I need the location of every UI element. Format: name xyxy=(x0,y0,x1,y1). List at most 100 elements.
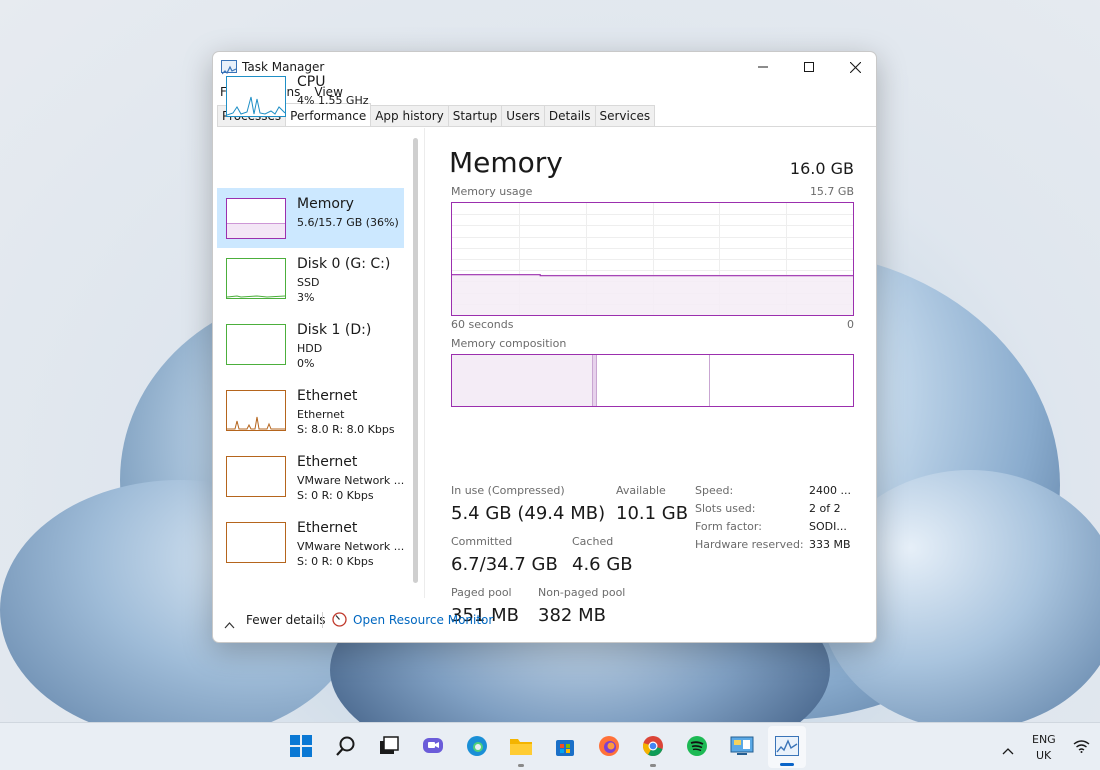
keyboard-layout-indicator[interactable]: UK xyxy=(1036,749,1051,762)
chevron-up-icon[interactable] xyxy=(1002,740,1014,759)
sidebar-item-type: VMware Network ... xyxy=(297,540,405,553)
edge-icon[interactable] xyxy=(464,733,490,759)
wifi-icon[interactable] xyxy=(1073,738,1090,757)
fewer-details-button[interactable]: Fewer details xyxy=(246,613,326,627)
disk-1-thumbnail-graph xyxy=(226,324,286,365)
sidebar-item-type: Ethernet xyxy=(297,408,345,421)
usage-area xyxy=(452,274,853,315)
available-label: Available xyxy=(616,484,666,497)
spotify-icon[interactable] xyxy=(684,733,710,759)
taskbar: ENG UK xyxy=(0,722,1100,770)
axis-label-right: 0 xyxy=(847,318,854,331)
cached-label: Cached xyxy=(572,535,614,548)
task-view-icon[interactable] xyxy=(376,733,402,759)
in-use-value: 5.4 GB (49.4 MB) xyxy=(451,503,606,524)
spec-slots-value: 2 of 2 xyxy=(809,502,841,515)
sidebar-item-label: Ethernet xyxy=(297,520,358,536)
paged-pool-label: Paged pool xyxy=(451,586,512,599)
composition-in-use xyxy=(452,355,592,406)
spec-form-factor-value: SODI... xyxy=(809,520,847,533)
ethernet-thumbnail-graph xyxy=(226,390,286,431)
chat-icon[interactable] xyxy=(420,733,446,759)
memory-usage-label: Memory usage xyxy=(451,185,533,198)
sidebar-item-ethernet[interactable]: Ethernet Ethernet S: 8.0 R: 8.0 Kbps xyxy=(217,380,404,440)
task-manager-taskbar-button[interactable] xyxy=(768,726,806,768)
tab-users[interactable]: Users xyxy=(501,105,545,126)
memory-usage-graph xyxy=(451,202,854,316)
start-icon[interactable] xyxy=(288,733,314,759)
minimize-button[interactable] xyxy=(740,52,786,82)
sidebar-item-label: Ethernet xyxy=(297,454,358,470)
file-explorer-icon[interactable] xyxy=(508,733,534,759)
memory-total: 16.0 GB xyxy=(789,159,854,178)
memory-composition-bar xyxy=(451,354,854,407)
memory-usage-chart xyxy=(452,203,853,315)
memory-detail-pane: Memory 16.0 GB Memory usage 15.7 GB 60 s… xyxy=(449,128,854,626)
tab-startup[interactable]: Startup xyxy=(447,105,503,126)
sidebar-item-type: VMware Network ... xyxy=(297,474,405,487)
disk-0-thumbnail-graph xyxy=(226,258,286,299)
sidebar-item-memory[interactable]: Memory 5.6/15.7 GB (36%) xyxy=(217,188,404,248)
close-button[interactable] xyxy=(832,52,876,82)
committed-value: 6.7/34.7 GB xyxy=(451,554,558,575)
performance-sidebar: CPU 4% 1.55 GHz Memory 5.6/15.7 GB (36%)… xyxy=(213,74,418,596)
non-paged-pool-label: Non-paged pool xyxy=(538,586,626,599)
control-panel-icon[interactable] xyxy=(729,733,755,759)
language-indicator[interactable]: ENG xyxy=(1032,733,1056,746)
footer-separator xyxy=(322,612,323,628)
chevron-up-icon[interactable] xyxy=(224,614,235,633)
cpu-thumbnail-graph xyxy=(226,76,286,117)
close-icon xyxy=(849,61,861,73)
spec-hardware-reserved-label: Hardware reserved: xyxy=(695,538,804,551)
memory-thumbnail-graph xyxy=(226,198,286,239)
firefox-icon[interactable] xyxy=(596,733,622,759)
sidebar-item-detail: 3% xyxy=(297,291,315,304)
composition-standby xyxy=(597,355,710,406)
sidebar-item-disk-1[interactable]: Disk 1 (D:) HDD 0% xyxy=(217,314,404,374)
available-value: 10.1 GB xyxy=(616,503,689,524)
sidebar-item-label: Disk 1 (D:) xyxy=(297,322,372,338)
memory-composition-label: Memory composition xyxy=(451,337,567,350)
sidebar-item-detail: S: 0 R: 0 Kbps xyxy=(297,489,374,502)
sidebar-item-label: Disk 0 (G: C:) xyxy=(297,256,391,272)
search-icon[interactable] xyxy=(333,733,359,759)
sidebar-item-detail: 5.6/15.7 GB (36%) xyxy=(297,216,399,229)
sidebar-item-label: Ethernet xyxy=(297,388,358,404)
sidebar-item-ethernet-vmware-2[interactable]: Ethernet VMware Network ... S: 0 R: 0 Kb… xyxy=(217,512,404,572)
store-icon[interactable] xyxy=(552,733,578,759)
sidebar-item-label: Memory xyxy=(297,196,354,212)
task-manager-taskbar-icon xyxy=(775,736,799,756)
chrome-icon[interactable] xyxy=(640,733,666,759)
sidebar-item-detail: 4% 1.55 GHz xyxy=(297,94,369,107)
sidebar-item-type: SSD xyxy=(297,276,320,289)
sidebar-scrollbar[interactable] xyxy=(413,138,418,583)
pane-divider xyxy=(424,128,425,598)
in-use-label: In use (Compressed) xyxy=(451,484,565,497)
footer-bar: Fewer details Open Resource Monitor xyxy=(213,602,876,642)
spec-form-factor-label: Form factor: xyxy=(695,520,762,533)
sidebar-item-cpu[interactable]: CPU 4% 1.55 GHz xyxy=(217,66,404,126)
maximize-button[interactable] xyxy=(786,52,832,82)
sidebar-item-ethernet-vmware-1[interactable]: Ethernet VMware Network ... S: 0 R: 0 Kb… xyxy=(217,446,404,506)
tab-details[interactable]: Details xyxy=(543,105,596,126)
tab-services[interactable]: Services xyxy=(594,105,656,126)
ethernet-thumbnail-graph xyxy=(226,522,286,563)
resource-monitor-icon xyxy=(332,612,347,631)
cached-value: 4.6 GB xyxy=(572,554,633,575)
spec-slots-label: Slots used: xyxy=(695,502,756,515)
ethernet-thumbnail-graph xyxy=(226,456,286,497)
page-title: Memory xyxy=(449,146,563,179)
sidebar-item-label: CPU xyxy=(297,74,326,90)
committed-label: Committed xyxy=(451,535,513,548)
open-resource-monitor-link[interactable]: Open Resource Monitor xyxy=(353,613,493,627)
sidebar-item-detail: S: 8.0 R: 8.0 Kbps xyxy=(297,423,395,436)
minimize-icon xyxy=(758,66,768,68)
running-indicator xyxy=(518,764,524,767)
active-indicator xyxy=(780,763,794,766)
spec-speed-value: 2400 ... xyxy=(809,484,851,497)
spec-speed-label: Speed: xyxy=(695,484,734,497)
composition-free xyxy=(710,355,853,406)
sidebar-item-detail: 0% xyxy=(297,357,315,370)
sidebar-item-disk-0[interactable]: Disk 0 (G: C:) SSD 3% xyxy=(217,248,404,308)
memory-usage-max: 15.7 GB xyxy=(809,185,854,198)
